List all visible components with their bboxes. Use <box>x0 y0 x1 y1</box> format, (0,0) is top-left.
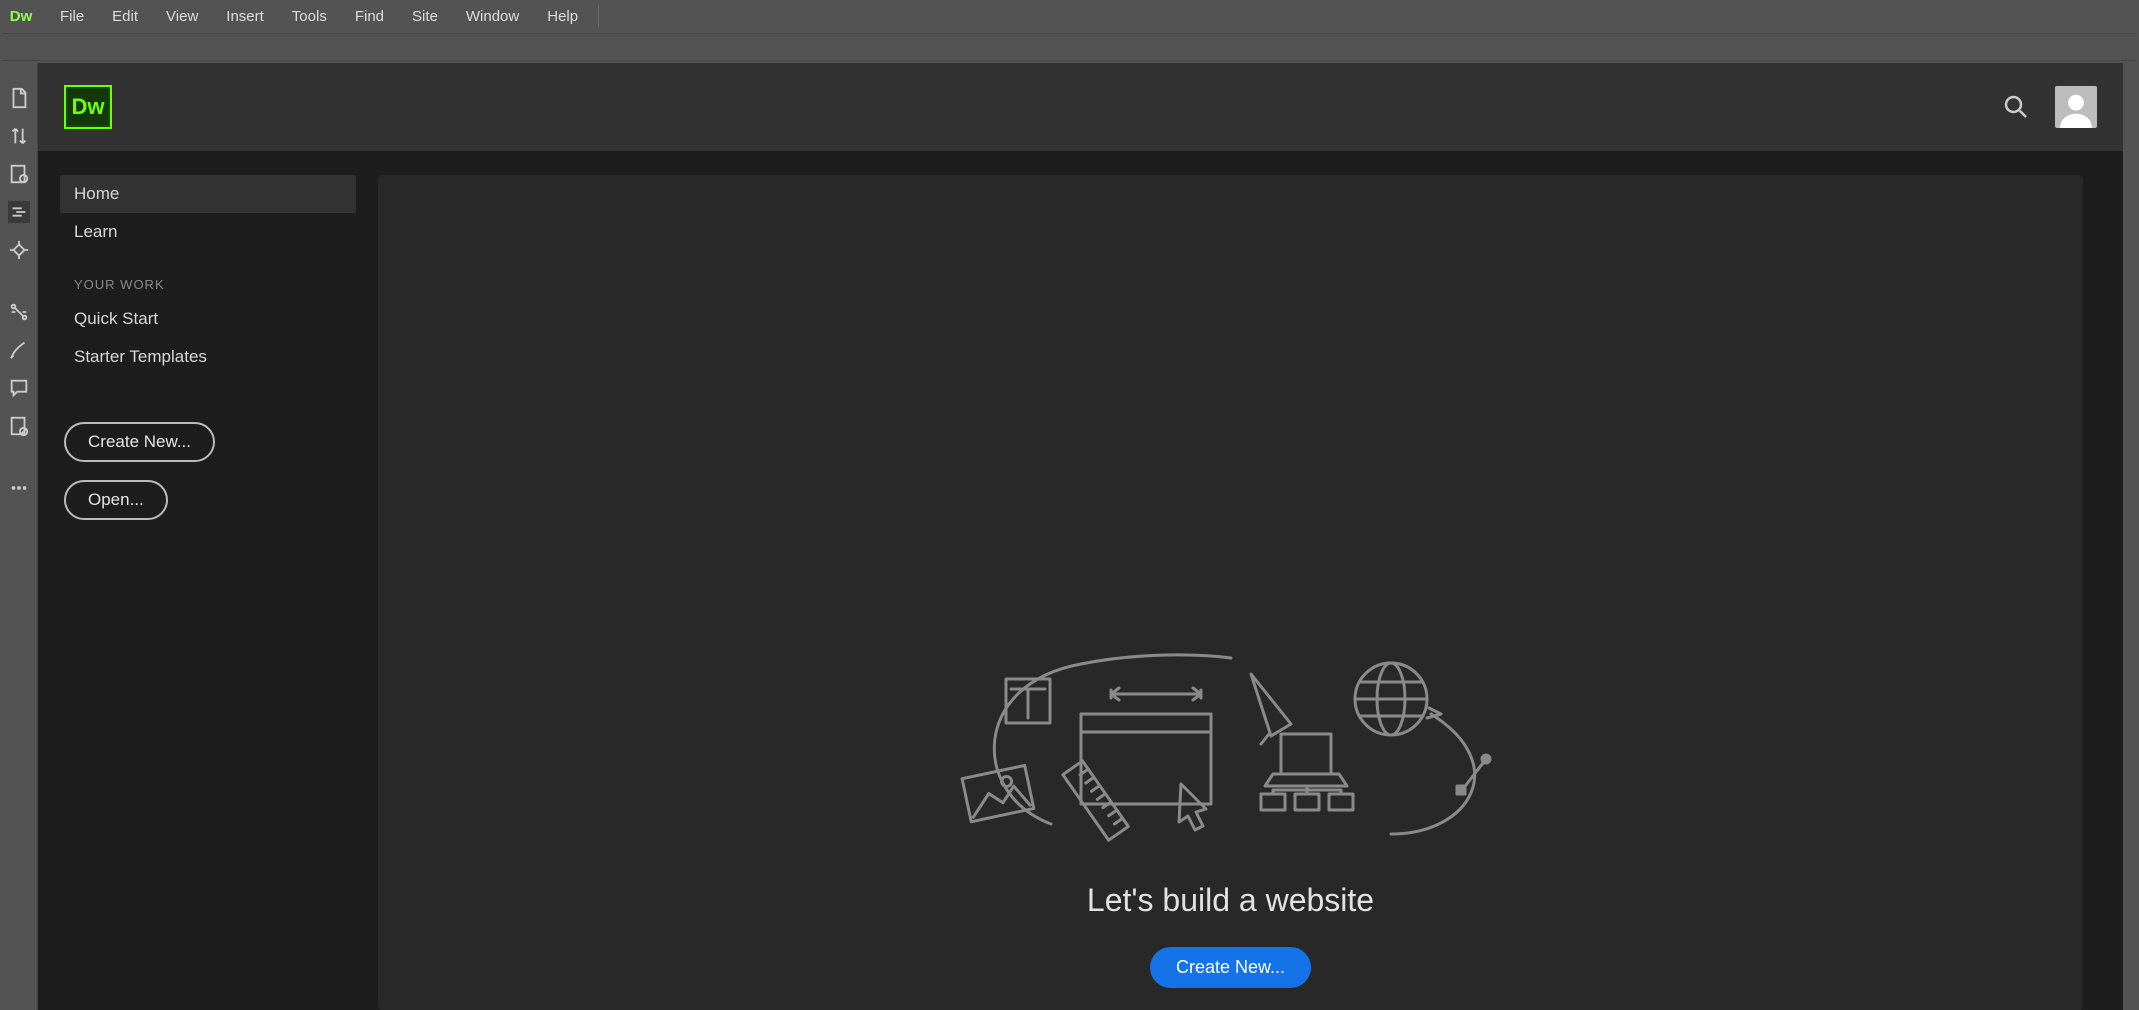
menu-view[interactable]: View <box>152 0 212 32</box>
nav-panel: Home Learn YOUR WORK Quick Start Starter… <box>38 151 378 1010</box>
nav-item-home[interactable]: Home <box>60 175 356 213</box>
comment-icon[interactable] <box>8 377 30 399</box>
more-icon[interactable] <box>8 477 30 499</box>
target-icon[interactable] <box>8 239 30 261</box>
menubar: Dw File Edit View Insert Tools Find Site… <box>0 0 2139 32</box>
nav-item-label: Learn <box>74 222 117 242</box>
menu-window[interactable]: Window <box>452 0 533 32</box>
updown-arrows-icon[interactable] <box>8 125 30 147</box>
nav-item-label: Starter Templates <box>74 347 207 367</box>
menu-help[interactable]: Help <box>533 0 592 32</box>
menu-insert[interactable]: Insert <box>212 0 278 32</box>
menu-site[interactable]: Site <box>398 0 452 32</box>
nav-item-label: Home <box>74 184 119 204</box>
menu-file[interactable]: File <box>46 0 98 32</box>
open-button[interactable]: Open... <box>64 480 168 520</box>
menu-find[interactable]: Find <box>341 0 398 32</box>
dw-logo-small-icon: Dw <box>10 7 32 25</box>
dw-logo-icon: Dw <box>64 85 112 129</box>
tool-rail <box>0 63 38 1010</box>
nav-item-label: Quick Start <box>74 309 158 329</box>
nav-item-starter-templates[interactable]: Starter Templates <box>60 338 356 376</box>
content: Dw Home Learn YOUR WORK <box>38 63 2123 1010</box>
right-scrollbar[interactable] <box>2123 63 2139 1010</box>
document-tabs-bar <box>2 33 2137 61</box>
page-blocked-icon[interactable] <box>8 415 30 437</box>
nav-item-quick-start[interactable]: Quick Start <box>60 300 356 338</box>
search-icon[interactable] <box>2001 92 2031 122</box>
nav-item-learn[interactable]: Learn <box>60 213 356 251</box>
welcome-create-new-button[interactable]: Create New... <box>1150 947 1311 988</box>
content-header: Dw <box>38 63 2123 151</box>
welcome-title: Let's build a website <box>1087 882 1374 919</box>
menu-tools[interactable]: Tools <box>278 0 341 32</box>
document-icon[interactable] <box>8 87 30 109</box>
nav-section-label: YOUR WORK <box>60 277 356 292</box>
welcome-area: Let's build a website Create New... <box>378 151 2123 1010</box>
brush-icon[interactable] <box>8 339 30 361</box>
menu-edit[interactable]: Edit <box>98 0 152 32</box>
page-settings-icon[interactable] <box>8 163 30 185</box>
create-new-button[interactable]: Create New... <box>64 422 215 462</box>
welcome-card: Let's build a website Create New... <box>378 175 2083 1010</box>
avatar[interactable] <box>2055 86 2097 128</box>
menu-divider <box>598 5 599 27</box>
welcome-illustration-icon <box>951 644 1511 844</box>
lines-icon[interactable] <box>8 201 30 223</box>
connector-icon[interactable] <box>8 301 30 323</box>
